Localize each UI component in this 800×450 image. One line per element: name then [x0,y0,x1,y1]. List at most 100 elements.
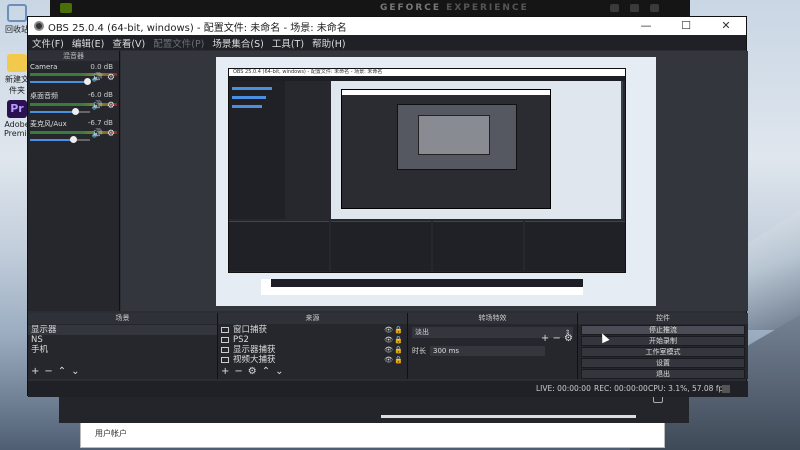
close-button[interactable]: ✕ [706,17,746,35]
obs-window: OBS 25.0.4 (64-bit, windows) - 配置文件: 未命名… [27,16,748,397]
sources-dock: 来源 窗口捕获 👁 🔒 PS2 👁 🔒 显示器捕获 👁 🔒 视频大捕获 👁 🔒 + − ⚙ ⌃ ⌄ [218,313,408,379]
add-source-button[interactable]: + [221,366,229,377]
record-status-icon [722,385,730,393]
controls-title: 控件 [578,313,748,324]
lock-icon[interactable]: 🔒 [394,335,403,345]
speaker-icon[interactable]: 🔊 [92,129,103,139]
status-bar: LIVE: 00:00:00 REC: 00:00:00 CPU: 3.1%, … [28,381,748,397]
move-up-icon[interactable]: ⌃ [262,366,270,377]
eye-icon[interactable]: 👁 [384,325,393,335]
channel-db: 0.0 dB [90,63,113,71]
volume-meter [30,103,117,106]
move-down-icon[interactable]: ⌄ [71,366,79,377]
gear-icon[interactable]: ⚙ [107,73,115,83]
volume-meter [30,131,117,134]
speaker-icon[interactable]: 🔊 [92,101,103,111]
nested-mixer [229,81,285,219]
duration-input[interactable]: 300 ms [430,346,545,356]
window-capture-icon [221,327,229,333]
move-up-icon[interactable]: ⌃ [58,366,66,377]
eye-icon[interactable]: 👁 [384,355,393,365]
source-item[interactable]: 窗口捕获 👁 🔒 [218,325,407,335]
cpu-fps-readout: CPU: 3.1%, 57.08 fps [648,384,728,393]
source-icon [221,337,229,343]
eye-icon[interactable]: 👁 [384,335,393,345]
volume-slider[interactable] [30,136,117,143]
duration-field: 时长 300 ms [412,346,545,356]
video-capture-icon [221,357,229,363]
add-transition-button[interactable]: + [541,333,549,344]
scene-item[interactable]: 显示器 [28,325,217,335]
overlay-close-icon[interactable] [650,4,659,12]
overlay-share-icon[interactable] [610,4,619,12]
remove-source-button[interactable]: − [234,366,242,377]
lock-icon[interactable]: 🔒 [394,355,403,365]
nested-obs-window: OBS 25.0.4 (64-bit, windows) - 配置文件: 未命名… [228,68,626,273]
mixer-channel-mic: 麦克风/Aux -6.7 dB 🔊 ⚙ [28,117,119,145]
nested-title: OBS 25.0.4 (64-bit, windows) - 配置文件: 未命名… [229,69,625,76]
scenes-dock: 场景 显示器 NS 手机 + − ⌃ ⌄ [28,313,218,379]
exit-button[interactable]: 退出 [581,369,745,379]
gear-icon[interactable]: ⚙ [107,129,115,139]
scene-item[interactable]: 手机 [28,345,217,355]
minimize-button[interactable]: — [626,17,666,35]
mixer-channel-camera: Camera 0.0 dB 🔊 ⚙ [28,61,119,89]
volume-slider[interactable] [30,78,117,85]
menu-edit[interactable]: 编辑(E) [72,36,104,50]
user-account-label: 用户帐户 [95,429,127,438]
settings-button[interactable]: 设置 [581,358,745,368]
rec-timer: REC: 00:00:00 [594,384,648,393]
controls-dock: 控件 停止推流 开始录制 工作室模式 设置 退出 [578,313,748,379]
audio-mixer-dock: 混音器 Camera 0.0 dB 🔊 ⚙ 桌面音频 -6.0 dB 🔊 ⚙ 麦… [28,51,120,311]
gear-icon[interactable]: ⚙ [107,101,115,111]
transitions-title: 转场特效 [408,313,577,324]
source-item[interactable]: 显示器捕获 👁 🔒 [218,345,407,355]
remove-transition-button[interactable]: − [552,333,560,344]
geforce-overlay-strip: GEFORCE EXPERIENCE [50,0,690,17]
display-capture-icon [221,347,229,353]
folder-icon [7,54,27,72]
lock-icon[interactable]: 🔒 [394,345,403,355]
menu-scene-collection[interactable]: 场景集合(S) [212,36,263,50]
source-item[interactable]: 视频大捕获 👁 🔒 [218,355,407,365]
transitions-dock: 转场特效 淡出 ⇕ + − ⚙ 时长 300 ms [408,313,578,379]
channel-db: -6.7 dB [87,119,113,127]
eye-icon[interactable]: 👁 [384,345,393,355]
move-down-icon[interactable]: ⌄ [275,366,283,377]
menu-bar: 文件(F) 编辑(E) 查看(V) 配置文件(P) 场景集合(S) 工具(T) … [28,35,746,50]
mixer-channel-desktop-audio: 桌面音频 -6.0 dB 🔊 ⚙ [28,89,119,117]
gear-icon[interactable]: ⚙ [564,333,573,344]
volume-meter [30,73,117,76]
menu-tools[interactable]: 工具(T) [272,36,304,50]
scene-item[interactable]: NS [28,335,217,345]
geforce-title: GEFORCE EXPERIENCE [380,3,529,13]
menu-profile[interactable]: 配置文件(P) [153,36,204,50]
obs-logo-icon [34,21,44,31]
menu-help[interactable]: 帮助(H) [312,36,346,50]
overlay-gear-icon[interactable] [630,4,639,12]
maximize-button[interactable]: ☐ [666,17,706,35]
nested-preview [331,81,623,219]
volume-slider[interactable] [30,108,117,115]
live-timer: LIVE: 00:00:00 [536,384,591,393]
mixer-title: 混音器 [28,51,119,61]
source-item[interactable]: PS2 👁 🔒 [218,335,407,345]
add-scene-button[interactable]: + [31,366,39,377]
window-title: OBS 25.0.4 (64-bit, windows) - 配置文件: 未命名… [48,22,347,34]
scenes-title: 场景 [28,313,217,324]
premiere-icon: Pr [7,100,27,118]
studio-mode-button[interactable]: 工作室模式 [581,347,745,357]
menu-file[interactable]: 文件(F) [32,36,64,50]
channel-db: -6.0 dB [87,91,113,99]
preview-area[interactable]: OBS 25.0.4 (64-bit, windows) - 配置文件: 未命名… [121,51,748,311]
background-window-progress [381,415,636,418]
title-bar[interactable]: OBS 25.0.4 (64-bit, windows) - 配置文件: 未命名… [28,17,746,35]
remove-scene-button[interactable]: − [44,366,52,377]
preview-canvas: OBS 25.0.4 (64-bit, windows) - 配置文件: 未命名… [216,57,656,306]
gear-icon[interactable]: ⚙ [248,366,257,377]
nvidia-icon [60,3,72,13]
menu-view[interactable]: 查看(V) [112,36,145,50]
lock-icon[interactable]: 🔒 [394,325,403,335]
bottom-docks: 场景 显示器 NS 手机 + − ⌃ ⌄ 来源 窗口捕获 👁 🔒 PS2 👁 🔒 显示器捕获 👁… [28,313,748,379]
speaker-icon[interactable]: 🔊 [92,73,103,83]
